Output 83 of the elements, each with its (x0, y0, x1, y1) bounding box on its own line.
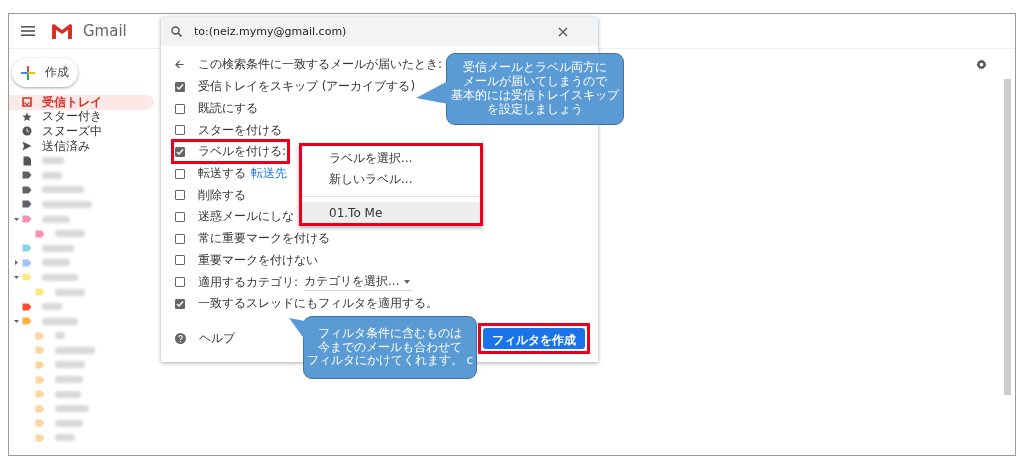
blurred-text (42, 200, 92, 208)
blurred-text (42, 303, 62, 311)
blurred-text (42, 157, 64, 165)
forward-address-link[interactable]: 転送先 (251, 165, 287, 183)
clock-icon (22, 126, 32, 137)
caret-icon[interactable] (13, 259, 20, 267)
caret-icon[interactable] (13, 317, 20, 325)
document-icon (22, 155, 32, 166)
checkbox[interactable] (175, 277, 185, 288)
callout-text: メールが届いてしまうので (463, 75, 607, 89)
sidebar-item[interactable]: 受信トレイ (9, 95, 154, 110)
option-label: 迷惑メールにしな (198, 208, 294, 226)
category-dropdown[interactable]: カテゴリを選択... (304, 273, 413, 292)
send-icon (22, 141, 32, 152)
option-label: 既読にする (198, 100, 258, 118)
plus-icon (21, 65, 35, 80)
blurred-text (55, 434, 75, 442)
compose-button[interactable]: 作成 (12, 58, 78, 87)
scrollbar[interactable] (1004, 79, 1011, 395)
option-label: 一致するスレッドにもフィルタを適用する。 (198, 295, 438, 313)
option-label: ラベルを付ける: (198, 143, 287, 161)
close-icon[interactable] (558, 26, 568, 37)
callout-text: 今までのメールも合わせて (318, 340, 462, 355)
callout-text: 受信メールとラベル両方に (463, 61, 607, 75)
caret-icon (403, 279, 410, 284)
checkbox[interactable] (175, 103, 185, 114)
callout-text: を設定しましょう (487, 102, 583, 117)
checkbox[interactable] (175, 298, 185, 309)
blurred-text (42, 215, 70, 223)
inbox-icon (22, 97, 32, 108)
menu-item[interactable]: 01.To Me (302, 202, 480, 224)
blurred-text (55, 230, 85, 238)
callout-text: フィルタ条件に含むものは (318, 326, 462, 341)
app-name: Gmail (83, 22, 127, 40)
blurred-text (55, 361, 85, 369)
sidebar-item[interactable]: スター付き (9, 109, 154, 125)
help-link[interactable]: ヘルプ (199, 329, 235, 347)
blurred-text (55, 346, 95, 354)
checkbox[interactable] (175, 146, 185, 157)
sidebar-item[interactable]: スヌーズ中 (9, 124, 154, 139)
blurred-text (42, 244, 74, 252)
menu-item[interactable]: 新しいラベル... (302, 169, 480, 191)
checkbox[interactable] (175, 168, 185, 179)
callout-text: フィルタにかけてくれます。 c (306, 354, 474, 369)
back-arrow-icon[interactable] (175, 59, 184, 69)
option-label: 重要マークを付けない (198, 251, 318, 269)
caret-icon[interactable] (13, 273, 20, 281)
checkbox[interactable] (175, 255, 185, 266)
callout-text: 基本的には受信トレイスキップ (451, 89, 619, 103)
sidebar-item[interactable]: 送信済み (9, 138, 154, 154)
help-icon[interactable] (175, 332, 186, 344)
filter-heading: この検索条件に一致するメールが届いたとき: (198, 55, 443, 73)
search-field[interactable]: to:(neiz.mymy@gmail.com) (161, 17, 598, 46)
option-label: 転送する (198, 165, 246, 183)
blurred-text (42, 317, 78, 325)
option-label: 削除する (198, 186, 246, 204)
option-label: スターを付ける (198, 121, 282, 139)
checkbox[interactable] (175, 190, 185, 201)
checkbox[interactable] (175, 81, 185, 92)
blurred-text (55, 390, 81, 398)
create-filter-button[interactable]: フィルタを作成 (483, 327, 585, 349)
checkbox[interactable] (175, 233, 185, 244)
blurred-text (42, 259, 70, 267)
checkbox[interactable] (175, 125, 185, 136)
menu-item[interactable]: ラベルを選択... (302, 148, 480, 170)
blurred-text (55, 288, 85, 296)
search-icon[interactable] (171, 26, 182, 37)
menu-icon[interactable] (21, 26, 35, 36)
blurred-text (55, 376, 83, 384)
option-label: 受信トレイをスキップ (アーカイブする) (198, 78, 416, 96)
blurred-text (55, 419, 83, 427)
star-icon (22, 111, 32, 122)
option-label: 常に重要マークを付ける (198, 230, 330, 248)
blurred-text (42, 171, 62, 179)
checkbox[interactable] (175, 211, 185, 222)
caret-icon[interactable] (13, 215, 20, 223)
option-label: 適用するカテゴリ: (198, 273, 299, 291)
blurred-text (42, 186, 84, 194)
blurred-text (55, 405, 89, 413)
blurred-text (42, 273, 78, 281)
envelope-logo[interactable] (51, 23, 73, 39)
settings-icon[interactable] (976, 59, 987, 70)
blurred-text (55, 332, 65, 340)
